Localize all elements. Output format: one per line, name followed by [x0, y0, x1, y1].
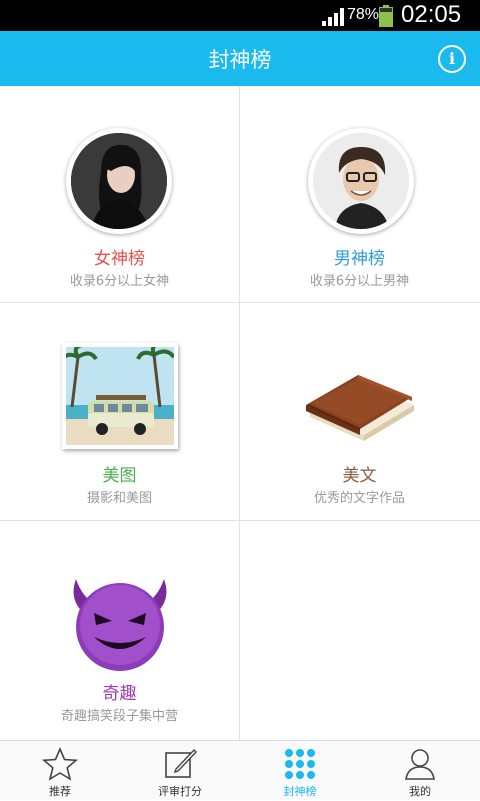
category-name: 美图: [102, 466, 137, 486]
star-icon: [42, 747, 78, 781]
devil-emoji-icon: [73, 579, 167, 671]
beach-van-photo: [66, 347, 174, 445]
category-name: 女神榜: [94, 249, 145, 269]
book-icon: [306, 375, 414, 441]
category-desc: 优秀的文字作品: [313, 491, 405, 506]
clock: 02:05: [401, 1, 462, 28]
category-desc: 摄影和美图: [86, 491, 152, 506]
bottom-tab-bar: 推荐 评审打分 封神榜 我的: [0, 740, 480, 800]
god-avatar: [308, 128, 414, 234]
category-desc: 收录6分以上男神: [309, 274, 410, 289]
tab-label: 我的: [409, 785, 431, 798]
status-bar: 78% 02:05: [0, 0, 480, 31]
tab-mine[interactable]: 我的: [360, 741, 480, 801]
edit-icon: [165, 748, 197, 778]
goddess-avatar: [66, 128, 172, 234]
category-pictures[interactable]: 美图 摄影和美图: [0, 303, 239, 519]
category-funny[interactable]: 奇趣 奇趣搞笑段子集中营: [0, 521, 239, 737]
tab-recommend[interactable]: 推荐: [0, 741, 120, 801]
title-bar: 封神榜: [0, 31, 480, 86]
category-name: 美文: [342, 466, 377, 486]
goddess-portrait: [71, 133, 167, 229]
category-god-list[interactable]: 男神榜 收录6分以上男神: [240, 86, 479, 302]
category-goddess-list[interactable]: 女神榜 收录6分以上女神: [0, 86, 239, 302]
category-articles[interactable]: 美文 优秀的文字作品: [240, 303, 479, 519]
god-portrait: [313, 133, 409, 229]
tab-review-score[interactable]: 评审打分: [120, 741, 240, 801]
person-icon: [405, 749, 435, 780]
tab-label: 封神榜: [283, 785, 317, 798]
battery-icon: [379, 5, 393, 27]
category-name: 奇趣: [102, 684, 137, 704]
grid-dots-icon: [285, 749, 315, 779]
page-title: 封神榜: [208, 48, 272, 72]
category-name: 男神榜: [334, 249, 385, 269]
category-desc: 收录6分以上女神: [69, 274, 170, 289]
signal-icon: [322, 8, 344, 26]
tab-hall-of-fame[interactable]: 封神榜: [240, 741, 360, 801]
category-desc: 奇趣搞笑段子集中营: [60, 709, 178, 724]
info-button[interactable]: i: [438, 45, 466, 73]
tab-label: 推荐: [49, 785, 71, 798]
battery-percent: 78%: [347, 6, 380, 23]
photo-thumbnail: [62, 343, 178, 449]
info-icon: i: [448, 49, 456, 68]
tab-label: 评审打分: [158, 785, 202, 798]
